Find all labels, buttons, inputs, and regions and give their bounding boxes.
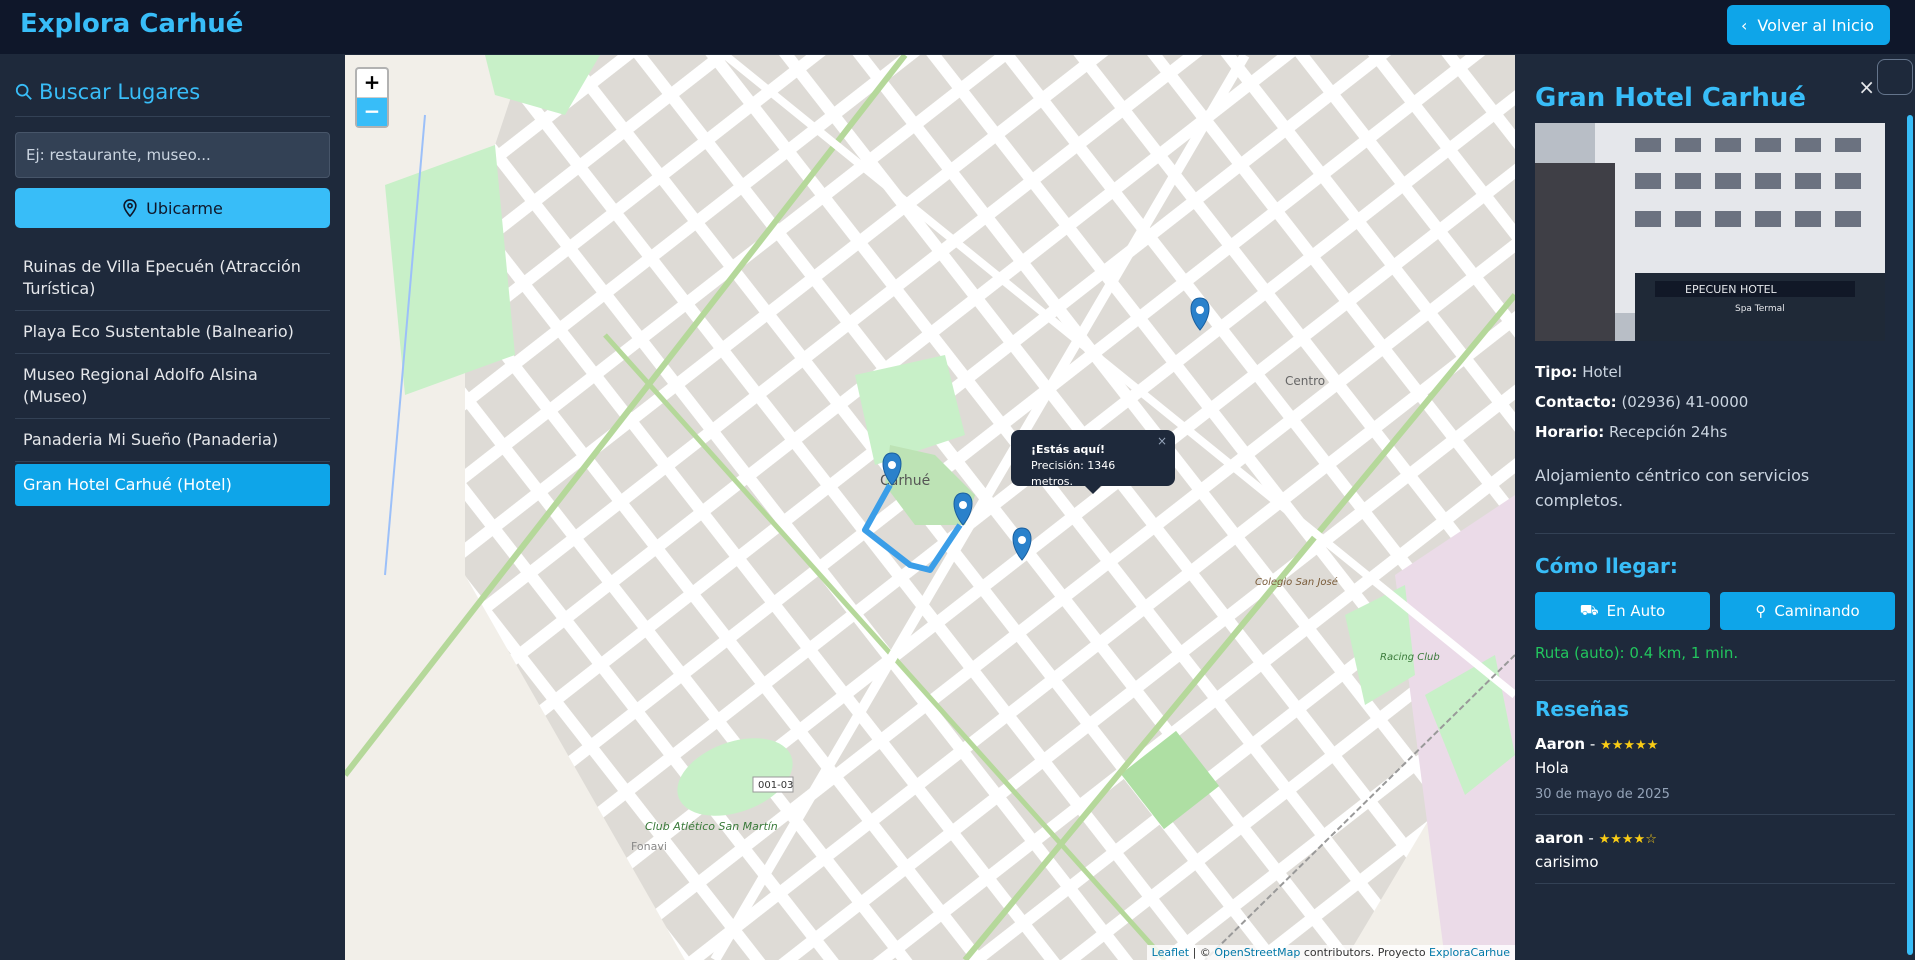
panel-corner-icon bbox=[1877, 59, 1913, 95]
list-item[interactable]: Ruinas de Villa Epecuén (Atracción Turís… bbox=[15, 246, 330, 311]
map-attribution: Leaflet | © OpenStreetMap contributors. … bbox=[1146, 945, 1515, 960]
popup-title: ¡Estás aquí! bbox=[1031, 443, 1106, 456]
map-view[interactable]: Centro Carhué Colegio San José Racing Cl… bbox=[345, 55, 1515, 960]
chevron-left-icon: ‹ bbox=[1741, 15, 1748, 35]
back-button-label: Volver al Inicio bbox=[1757, 15, 1874, 35]
popup-close-button[interactable]: × bbox=[1157, 433, 1167, 449]
place-photo: EPECUEN HOTEL Spa Termal bbox=[1535, 123, 1885, 341]
car-icon: ⛟ bbox=[1579, 601, 1599, 619]
review-text: carisimo bbox=[1535, 853, 1599, 871]
zoom-in-button[interactable]: + bbox=[357, 69, 387, 98]
place-search-input[interactable] bbox=[15, 132, 330, 178]
review-item: aaron - ★★★★☆ carisimo bbox=[1535, 815, 1895, 884]
review-author: aaron bbox=[1535, 829, 1584, 847]
popup-text: Precisión: 1346 metros. bbox=[1031, 459, 1116, 488]
map-label-colegio: Colegio San José bbox=[1255, 576, 1338, 588]
top-bar: Explora Carhué ‹ Volver al Inicio bbox=[0, 0, 1915, 55]
photo-sign-text: EPECUEN HOTEL bbox=[1685, 283, 1778, 296]
photo-sign-sub: Spa Termal bbox=[1735, 304, 1785, 314]
location-pin-icon bbox=[123, 199, 137, 217]
detail-type: Tipo: Hotel bbox=[1535, 363, 1622, 381]
route-summary: Ruta (auto): 0.4 km, 1 min. bbox=[1535, 644, 1895, 681]
place-detail-panel: × Gran Hotel Carhué EPECUEN HOTEL Spa Te… bbox=[1515, 55, 1915, 960]
list-item[interactable]: Museo Regional Adolfo Alsina (Museo) bbox=[15, 354, 330, 419]
panel-scrollbar[interactable] bbox=[1907, 115, 1913, 955]
app-title: Explora Carhué bbox=[20, 9, 244, 39]
locate-me-button[interactable]: Ubicarme bbox=[15, 188, 330, 228]
osm-link[interactable]: OpenStreetMap bbox=[1214, 946, 1300, 959]
route-walking-button[interactable]: ⚲ Caminando bbox=[1720, 592, 1895, 630]
list-item-selected[interactable]: Gran Hotel Carhué (Hotel) bbox=[15, 464, 330, 506]
directions-heading: Cómo llegar: bbox=[1535, 554, 1678, 578]
place-list: Ruinas de Villa Epecuén (Atracción Turís… bbox=[15, 246, 330, 506]
star-rating: ★★★★☆ bbox=[1598, 832, 1657, 847]
location-popup: × ¡Estás aquí! Precisión: 1346 metros. bbox=[1011, 430, 1175, 494]
star-rating: ★★★★★ bbox=[1600, 738, 1659, 753]
search-sidebar: Buscar Lugares Ubicarme Ruinas de Villa … bbox=[0, 55, 345, 960]
list-item[interactable]: Playa Eco Sustentable (Balneario) bbox=[15, 311, 330, 354]
search-icon bbox=[15, 83, 32, 100]
review-item: Aaron - ★★★★★ Hola 30 de mayo de 2025 bbox=[1535, 721, 1895, 815]
map-label-racing: Racing Club bbox=[1380, 652, 1440, 663]
project-link[interactable]: ExploraCarhue bbox=[1429, 946, 1510, 959]
review-author: Aaron bbox=[1535, 735, 1586, 753]
directions-buttons: ⛟ En Auto ⚲ Caminando bbox=[1535, 592, 1895, 630]
sidebar-heading: Buscar Lugares bbox=[15, 80, 330, 117]
map-label-road-ref: 001-03 bbox=[758, 780, 793, 791]
close-panel-button[interactable]: × bbox=[1858, 75, 1875, 99]
detail-contact: Contacto: (02936) 41-0000 bbox=[1535, 393, 1749, 411]
list-item[interactable]: Panaderia Mi Sueño (Panaderia) bbox=[15, 419, 330, 462]
locate-label: Ubicarme bbox=[146, 198, 223, 218]
place-description: Alojamiento céntrico con servicios compl… bbox=[1535, 463, 1895, 534]
route-by-car-button[interactable]: ⛟ En Auto bbox=[1535, 592, 1710, 630]
place-title: Gran Hotel Carhué bbox=[1535, 83, 1807, 113]
zoom-control: + − bbox=[355, 67, 389, 128]
zoom-out-button[interactable]: − bbox=[357, 98, 387, 126]
map-tiles: Centro Carhué Colegio San José Racing Cl… bbox=[345, 55, 1515, 960]
review-date: 30 de mayo de 2025 bbox=[1535, 787, 1670, 802]
sidebar-title: Buscar Lugares bbox=[39, 80, 201, 104]
reviews-heading: Reseñas bbox=[1535, 697, 1630, 721]
leaflet-link[interactable]: Leaflet bbox=[1152, 946, 1189, 959]
detail-hours: Horario: Recepción 24hs bbox=[1535, 423, 1728, 441]
map-label-fonavi: Fonavi bbox=[631, 840, 667, 853]
map-label-club: Club Atlético San Martín bbox=[645, 820, 778, 833]
review-text: Hola bbox=[1535, 759, 1569, 777]
back-to-home-button[interactable]: ‹ Volver al Inicio bbox=[1727, 5, 1890, 45]
walking-icon: ⚲ bbox=[1755, 602, 1767, 620]
map-label-centro: Centro bbox=[1285, 374, 1325, 388]
